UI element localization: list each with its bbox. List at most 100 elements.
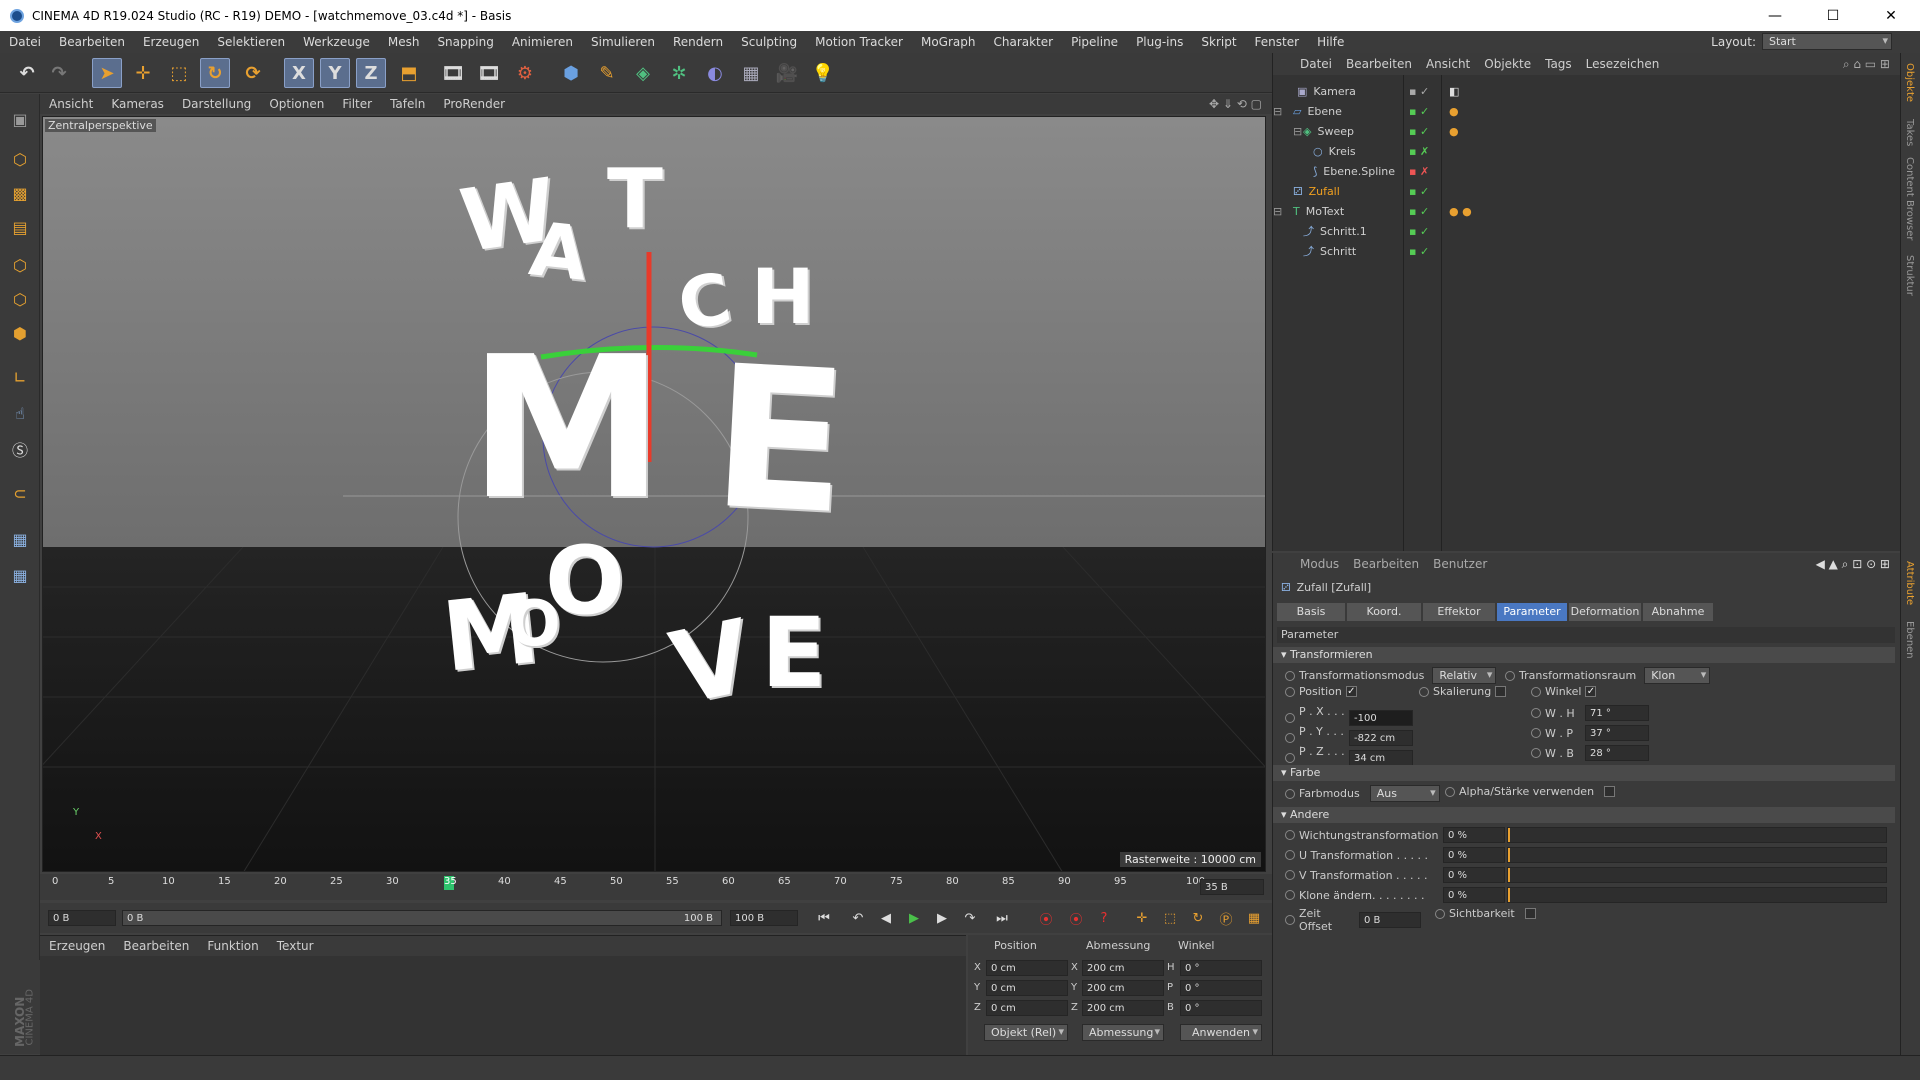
side-tab-attribute[interactable]: Attribute [1904,561,1915,605]
objects-menu-bearbeiten[interactable]: Bearbeiten [1339,57,1419,71]
v-transform-field[interactable]: 0 % [1443,867,1505,883]
tab-parameter[interactable]: Parameter [1497,603,1567,621]
side-tab-takes[interactable]: Takes [1904,119,1915,146]
pen-spline-icon[interactable]: ✎ [592,58,622,88]
side-tab-content-browser[interactable]: Content Browser [1904,157,1915,240]
polygons-mode-icon[interactable]: ⬢ [5,318,35,348]
object-row-ebene-spline[interactable]: ⟆ Ebene.Spline ▪ ✗ [1273,161,1901,181]
material-menu-bearbeiten[interactable]: Bearbeiten [114,939,198,953]
material-menu-erzeugen[interactable]: Erzeugen [40,939,114,953]
workplane-mode-icon[interactable]: ▤ [5,212,35,242]
objects-menu-tags[interactable]: Tags [1538,57,1579,71]
visibility-checkbox[interactable] [1524,908,1536,919]
transform-mode-dropdown[interactable]: Relativ [1432,667,1497,684]
model-mode-icon[interactable]: ⬡ [5,144,35,174]
viewport-navigation-icon[interactable]: ✥ ⇓ ⟲ ▢ [1209,97,1262,111]
tab-effektor[interactable]: Effektor [1423,603,1495,621]
menu-plugins[interactable]: Plug-ins [1127,35,1192,49]
autokey-icon[interactable]: ⦿ [1064,906,1088,930]
object-row-ebene[interactable]: ⊟ ▱ Ebene ▪ ✓ ● [1273,101,1901,121]
objects-menu-lesezeichen[interactable]: Lesezeichen [1579,57,1667,71]
layout-dropdown[interactable]: Start [1762,33,1892,50]
transform-space-dropdown[interactable]: Klon [1644,667,1711,684]
previous-frame-icon[interactable]: ◀ [874,906,898,930]
render-picture-viewer-icon[interactable]: 🎞 [474,58,504,88]
side-tab-ebenen[interactable]: Ebenen [1904,621,1915,659]
attr-nav-icons[interactable]: ◀ ▲ ⌕ ⊡ ⊙ ⊞ [1816,557,1890,572]
object-row-sweep[interactable]: ⊟ ◈ Sweep ▪ ✓ ● [1273,121,1901,141]
next-keyframe-icon[interactable]: ↷ [958,906,982,930]
make-editable-icon[interactable]: ▣ [5,104,35,134]
x-axis-lock-button[interactable]: X [284,58,314,88]
current-frame-field[interactable]: 35 B [1200,879,1264,895]
size-z-field[interactable]: 200 cm [1082,1000,1164,1016]
objects-menu-datei[interactable]: Datei [1293,57,1339,71]
attr-menu-modus[interactable]: Modus [1293,557,1346,571]
record-icon[interactable]: ⦿ [1034,906,1058,930]
size-y-field[interactable]: 200 cm [1082,980,1164,996]
render-settings-icon[interactable]: ⚙ [510,58,540,88]
move-tool-icon[interactable]: ✛ [128,58,158,88]
size-mode-dropdown[interactable]: Abmessung [1082,1024,1164,1041]
menu-mograph[interactable]: MoGraph [912,35,985,49]
apply-button[interactable]: Anwenden [1180,1024,1262,1041]
keyframe-selection-icon[interactable]: ? [1092,906,1116,930]
viewport-menu-tafeln[interactable]: Tafeln [381,97,434,111]
cloner-icon[interactable]: ✲ [664,58,694,88]
render-view-icon[interactable]: 🎞 [438,58,468,88]
z-axis-lock-button[interactable]: Z [356,58,386,88]
timeline[interactable]: 0 5 10 15 20 25 30 35 40 45 50 55 60 65 … [40,874,1272,900]
undo-icon[interactable]: ↶ [12,58,42,88]
wh-field[interactable]: 71 ° [1585,705,1649,721]
coordinate-system-icon[interactable]: ⬒ [394,58,424,88]
menu-hilfe[interactable]: Hilfe [1308,35,1353,49]
position-y-field[interactable]: 0 cm [986,980,1068,996]
object-row-kamera[interactable]: ▣ Kamera ▪ ✓ ◧ [1273,81,1901,101]
viewport-menu-darstellung[interactable]: Darstellung [173,97,260,111]
position-x-field[interactable]: 0 cm [986,960,1068,976]
next-frame-icon[interactable]: ▶ [930,906,954,930]
scale-checkbox[interactable] [1495,686,1507,697]
menu-charakter[interactable]: Charakter [984,35,1062,49]
object-row-schritt1[interactable]: ⤴ Schritt.1 ▪ ✓ [1273,221,1901,241]
material-menu-textur[interactable]: Textur [268,939,323,953]
weight-transform-slider[interactable] [1507,827,1887,843]
tab-deformation[interactable]: Deformation [1569,603,1641,621]
minimize-button[interactable]: — [1746,0,1804,31]
menu-rendern[interactable]: Rendern [664,35,732,49]
floor-icon[interactable]: ▦ [736,58,766,88]
weight-transform-field[interactable]: 0 % [1443,827,1505,843]
tweak-mode-icon[interactable]: ☝ [5,398,35,428]
tab-basis[interactable]: Basis [1277,603,1345,621]
points-mode-icon[interactable]: ⬡ [5,250,35,280]
min-time-field[interactable]: 0 B [48,910,116,926]
transform-section-header[interactable]: ▾ Transformieren [1273,647,1895,663]
viewport-menu-prorender[interactable]: ProRender [434,97,514,111]
viewport-menu-optionen[interactable]: Optionen [260,97,333,111]
preview-range-slider[interactable]: 0 B 100 B [122,910,722,926]
objects-search-icon[interactable]: ⌕ ⌂ ▭ ⊞ [1843,57,1890,72]
u-transform-slider[interactable] [1507,847,1887,863]
rotation-h-field[interactable]: 0 ° [1180,960,1262,976]
objects-menu-ansicht[interactable]: Ansicht [1419,57,1477,71]
menu-simulieren[interactable]: Simulieren [582,35,664,49]
px-field[interactable]: -100 [1349,710,1413,726]
timeline-ruler[interactable]: 0 5 10 15 20 25 30 35 40 45 50 55 60 65 … [52,874,1205,900]
pz-field[interactable]: 34 cm [1349,750,1413,766]
go-to-end-icon[interactable]: ⏭ [990,906,1014,930]
redo-icon[interactable]: ↷ [44,58,74,88]
magnet-icon[interactable]: ⊂ [5,478,35,508]
menu-bearbeiten[interactable]: Bearbeiten [50,35,134,49]
menu-fenster[interactable]: Fenster [1246,35,1309,49]
modify-clones-field[interactable]: 0 % [1443,887,1505,903]
rotation-p-field[interactable]: 0 ° [1180,980,1262,996]
live-selection-icon[interactable]: ⟳ [238,58,268,88]
scale-tool-icon[interactable]: ⬚ [164,58,194,88]
side-tab-struktur[interactable]: Struktur [1904,255,1915,296]
symmetry-icon[interactable]: ▦ [5,524,35,554]
viewport-menu-ansicht[interactable]: Ansicht [40,97,102,111]
u-transform-field[interactable]: 0 % [1443,847,1505,863]
color-mode-dropdown[interactable]: Aus [1369,785,1440,802]
menu-datei[interactable]: Datei [0,35,50,49]
viewport-menu-kameras[interactable]: Kameras [102,97,173,111]
